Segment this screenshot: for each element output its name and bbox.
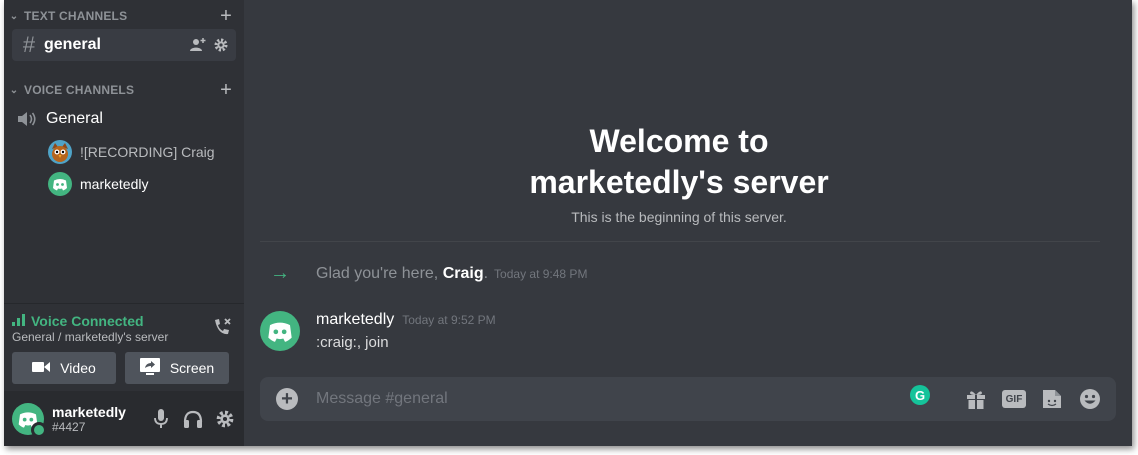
voice-user-name: marketedly <box>80 176 149 192</box>
message-composer: + G GIF <box>260 377 1116 421</box>
screen-label: Screen <box>169 360 215 376</box>
divider <box>260 241 1100 242</box>
voice-user-marketedly[interactable]: marketedly <box>48 171 238 197</box>
message-author[interactable]: marketedly <box>316 311 394 328</box>
system-join-message: → Glad you're here, Craig. Today at 9:48… <box>260 262 587 285</box>
welcome-title: Welcome to marketedly's server <box>244 121 1114 203</box>
gear-icon[interactable] <box>214 408 236 430</box>
user-tag: #4427 <box>52 419 86 434</box>
welcome-subtitle: This is the beginning of this server. <box>571 209 787 225</box>
text-channels-header[interactable]: ⌄ TEXT CHANNELS + <box>8 6 232 26</box>
channel-general[interactable]: # general <box>12 29 236 61</box>
voice-channel-name: General <box>46 110 103 127</box>
join-text: Glad you're here, Craig. <box>316 265 488 283</box>
chat-area: Welcome to marketedly's server This is t… <box>244 0 1132 446</box>
hashtag-icon: # <box>22 32 36 57</box>
welcome-line-1: Welcome to <box>589 123 769 159</box>
chevron-down-icon: ⌄ <box>9 10 19 22</box>
voice-status-label: Voice Connected <box>31 313 144 329</box>
message-header: marketedly Today at 9:52 PM <box>316 311 496 329</box>
channel-sidebar: ⌄ TEXT CHANNELS + # general ⌄ VOICE CHAN… <box>4 0 244 446</box>
message-timestamp[interactable]: Today at 9:52 PM <box>402 313 495 327</box>
add-attachment-icon[interactable]: + <box>276 388 298 410</box>
online-status-icon <box>31 421 47 438</box>
user-avatar[interactable] <box>12 402 47 438</box>
create-text-channel-icon[interactable]: + <box>220 6 232 26</box>
gif-button[interactable]: GIF <box>1002 390 1026 408</box>
discord-window: ⌄ TEXT CHANNELS + # general ⌄ VOICE CHAN… <box>4 0 1132 446</box>
voice-status[interactable]: Voice Connected <box>12 313 144 329</box>
gear-icon[interactable] <box>214 38 228 52</box>
gift-icon[interactable] <box>964 387 988 411</box>
chevron-down-icon: ⌄ <box>9 84 19 96</box>
message-input[interactable] <box>314 389 964 409</box>
voice-user-craig[interactable]: ![RECORDING] Craig <box>48 139 238 165</box>
sticker-icon[interactable] <box>1040 387 1064 411</box>
voice-user-name: ![RECORDING] Craig <box>80 144 215 160</box>
voice-channel-general[interactable]: General <box>12 104 236 134</box>
voice-location[interactable]: General / marketedly's server <box>12 330 168 344</box>
speaker-icon <box>12 111 42 127</box>
invite-icon[interactable] <box>190 38 206 52</box>
video-button[interactable]: Video <box>12 352 116 384</box>
screen-share-icon <box>139 357 160 379</box>
user-name: marketedly <box>52 403 126 420</box>
headphones-icon[interactable] <box>182 408 204 430</box>
video-camera-icon <box>32 360 51 376</box>
text-channels-label: TEXT CHANNELS <box>24 9 128 23</box>
signal-icon <box>12 313 26 329</box>
user-panel: marketedly #4427 <box>4 391 244 446</box>
voice-channels-header[interactable]: ⌄ VOICE CHANNELS + <box>8 80 232 100</box>
join-suffix: . <box>483 264 489 282</box>
screen-share-button[interactable]: Screen <box>125 352 229 384</box>
join-arrow-icon: → <box>270 262 290 284</box>
channel-name: general <box>44 36 101 53</box>
join-prefix: Glad you're here, <box>316 264 443 282</box>
welcome-line-2: marketedly's server <box>529 164 829 200</box>
join-timestamp[interactable]: Today at 9:48 PM <box>494 267 587 281</box>
craig-bot-avatar <box>48 140 72 164</box>
microphone-icon[interactable] <box>150 408 172 430</box>
voice-connection-panel: Voice Connected General / marketedly's s… <box>4 303 244 392</box>
grammarly-icon[interactable]: G <box>910 385 930 405</box>
disconnect-icon[interactable] <box>212 318 232 341</box>
join-user[interactable]: Craig <box>443 265 484 282</box>
voice-channels-label: VOICE CHANNELS <box>24 83 135 97</box>
discord-avatar[interactable] <box>260 311 300 351</box>
create-voice-channel-icon[interactable]: + <box>220 80 232 100</box>
user-info[interactable]: marketedly #4427 <box>52 404 126 434</box>
message-content: :craig:, join <box>316 334 389 351</box>
discord-avatar <box>48 172 72 196</box>
video-label: Video <box>60 360 96 376</box>
emoji-icon[interactable] <box>1078 387 1102 411</box>
